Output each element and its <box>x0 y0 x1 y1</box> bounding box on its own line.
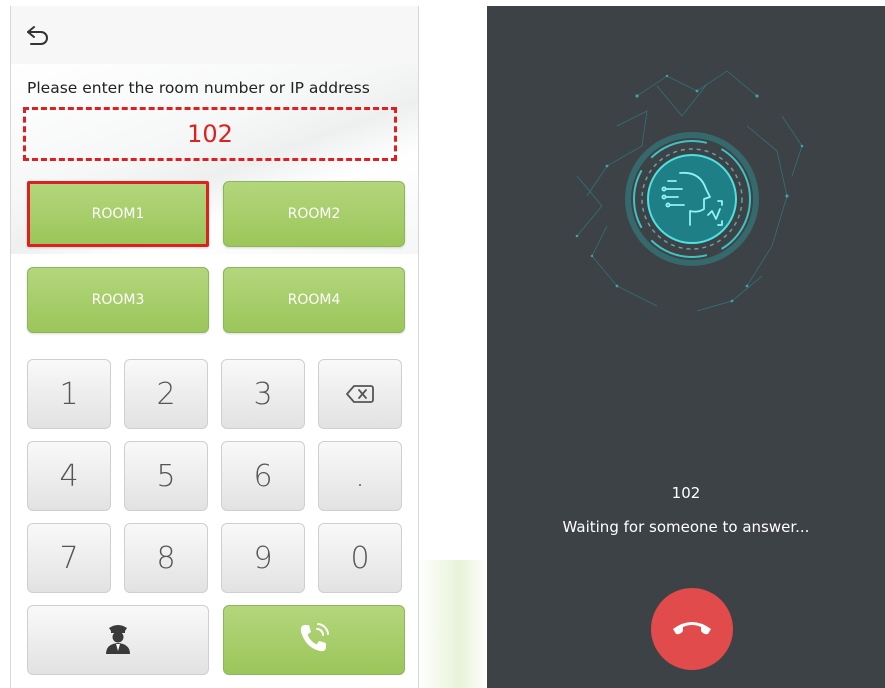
call-status: Waiting for someone to answer... <box>562 518 810 536</box>
room-label: ROOM3 <box>91 292 145 308</box>
back-arrow-icon[interactable] <box>25 24 51 46</box>
key-7[interactable]: 7 <box>27 523 111 593</box>
decorative-stripe <box>418 560 488 688</box>
backspace-button[interactable] <box>318 359 402 429</box>
key-8[interactable]: 8 <box>124 523 208 593</box>
call-button[interactable] <box>223 605 405 675</box>
key-9[interactable]: 9 <box>221 523 305 593</box>
call-guard-button[interactable] <box>27 605 209 675</box>
key-2[interactable]: 2 <box>124 359 208 429</box>
hang-up-button[interactable] <box>651 588 733 670</box>
room-label: ROOM1 <box>91 206 145 222</box>
room3-button[interactable]: ROOM3 <box>27 267 209 333</box>
key-3[interactable]: 3 <box>221 359 305 429</box>
key-6[interactable]: 6 <box>221 441 305 511</box>
entry-prompt: Please enter the room number or IP addre… <box>27 79 370 97</box>
key-1[interactable]: 1 <box>27 359 111 429</box>
entry-value: 102 <box>187 120 233 148</box>
security-guard-icon <box>104 621 132 659</box>
key-0[interactable]: 0 <box>318 523 402 593</box>
room-number-input[interactable]: 102 <box>23 107 397 161</box>
room-label: ROOM4 <box>287 292 341 308</box>
particle-graphic <box>575 70 804 312</box>
room2-button[interactable]: ROOM2 <box>223 181 405 247</box>
hang-up-phone-icon <box>671 617 713 641</box>
room4-button[interactable]: ROOM4 <box>223 267 405 333</box>
room-label: ROOM2 <box>287 206 341 222</box>
key-dot[interactable]: . <box>318 441 402 511</box>
key-4[interactable]: 4 <box>27 441 111 511</box>
room1-button[interactable]: ROOM1 <box>27 181 209 247</box>
calling-panel: 102 Waiting for someone to answer... <box>487 6 885 688</box>
top-bar <box>11 6 418 65</box>
backspace-icon <box>346 377 374 412</box>
phone-call-icon <box>297 621 331 659</box>
callee-number: 102 <box>671 484 701 502</box>
key-5[interactable]: 5 <box>124 441 208 511</box>
dialer-panel: Please enter the room number or IP addre… <box>10 6 419 688</box>
